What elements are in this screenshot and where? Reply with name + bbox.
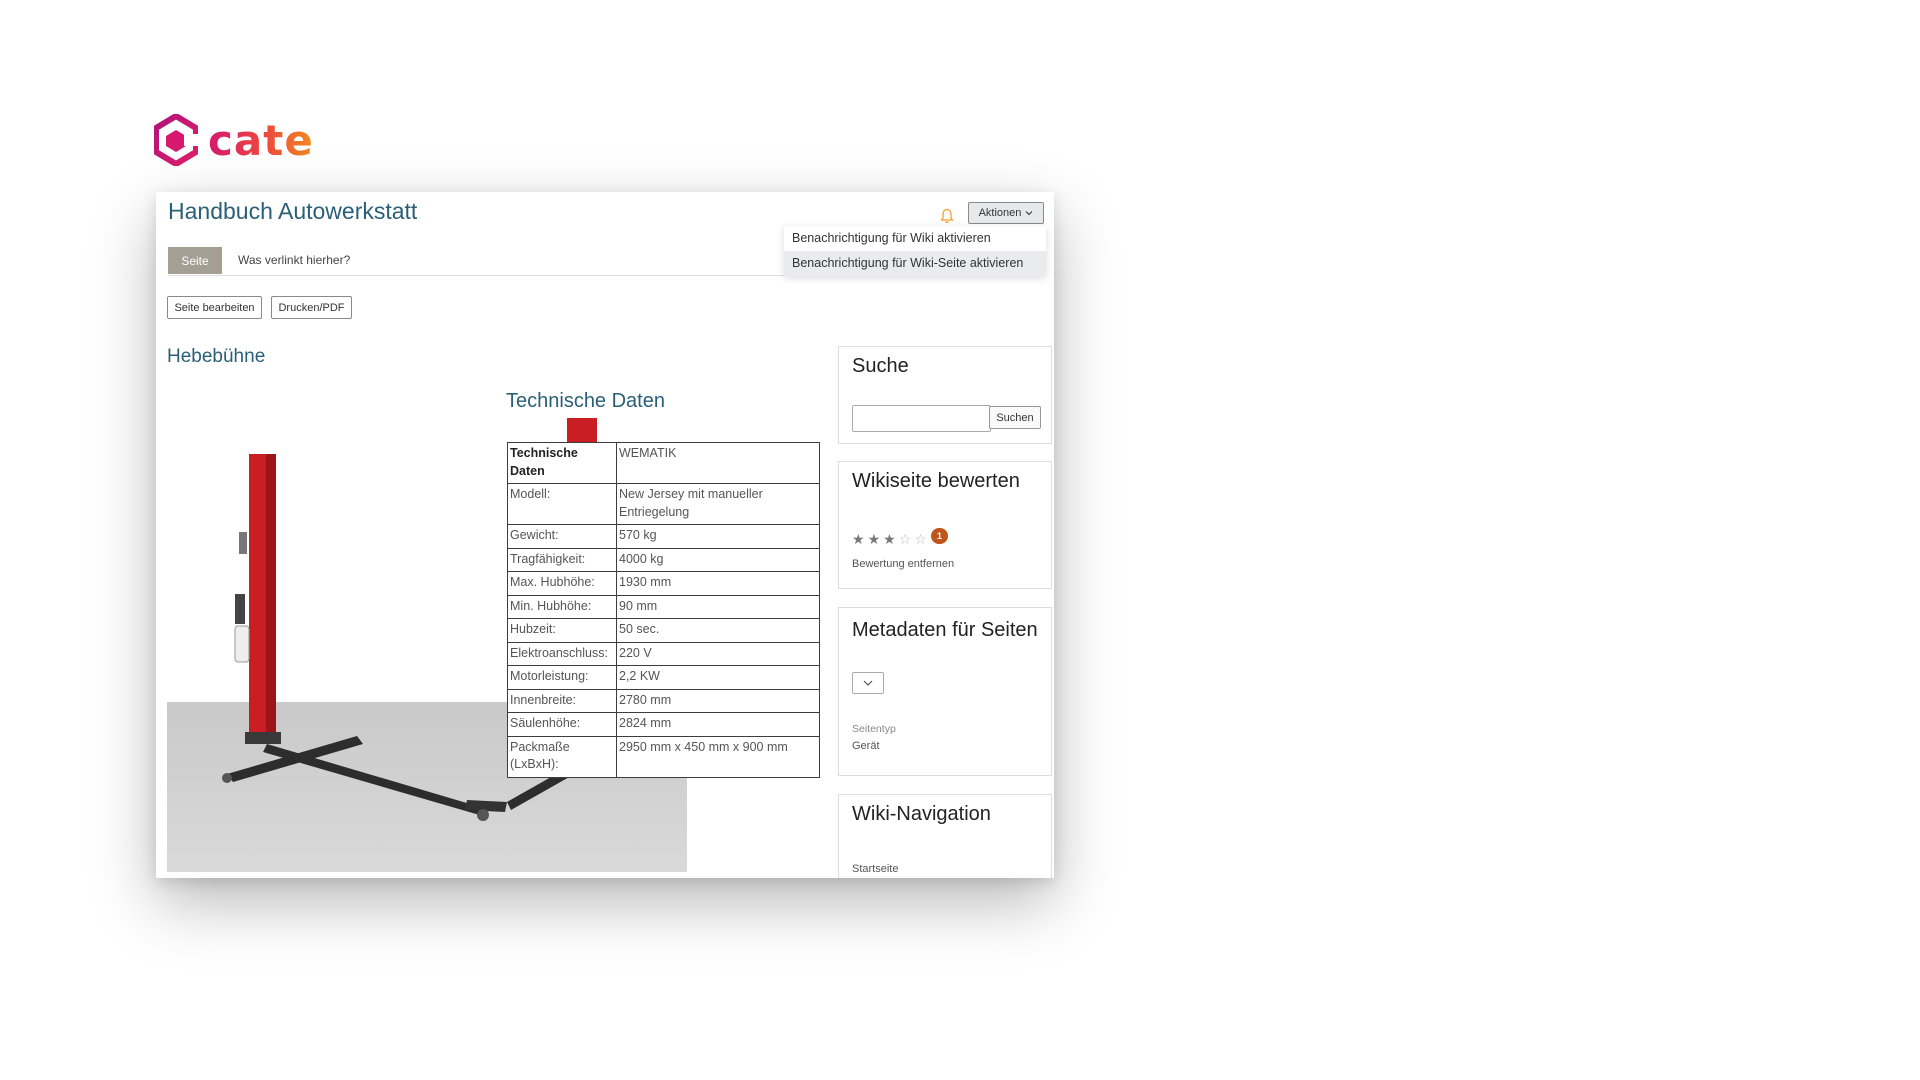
actions-label: Aktionen [978, 207, 1022, 219]
tech-data-heading: Technische Daten [506, 390, 665, 412]
rating-stars[interactable]: ★ ★ ★ ☆ ☆ [852, 532, 927, 546]
table-cell-key: Gewicht: [507, 524, 617, 549]
search-input[interactable] [852, 405, 991, 432]
table-cell-key: Elektroanschluss: [507, 641, 617, 666]
table-cell-value: New Jersey mit manueller Entriegelung [616, 483, 820, 525]
table-row: Elektroanschluss: 220 V [507, 641, 820, 666]
table-row: Modell: New Jersey mit manueller Entrieg… [507, 483, 820, 525]
rating-panel-title: Wikiseite bewerten [852, 470, 1020, 492]
chevron-down-icon [1026, 211, 1033, 216]
wiki-navigation-title: Wiki-Navigation [852, 803, 991, 825]
search-panel: Suche Suchen [838, 346, 1052, 444]
remove-rating-link[interactable]: Bewertung entfernen [852, 558, 954, 570]
tab-what-links-here[interactable]: Was verlinkt hierher? [238, 247, 350, 274]
star-icon[interactable]: ★ [852, 532, 865, 546]
table-cell-value: 2,2 KW [616, 665, 820, 690]
table-cell-key: Säulenhöhe: [507, 712, 617, 737]
wiki-navigation-panel: Wiki-Navigation Startseite [838, 794, 1052, 878]
metadata-key: Seitentyp [852, 723, 896, 735]
table-cell-key: Max. Hubhöhe: [507, 571, 617, 596]
menu-item-wiki-notify[interactable]: Benachrichtigung für Wiki aktivieren [784, 226, 1046, 251]
nav-item-startseite[interactable]: Startseite [852, 863, 898, 875]
table-cell-key: Technische Daten [507, 442, 617, 484]
table-cell-key: Modell: [507, 483, 617, 525]
table-cell-key: Tragfähigkeit: [507, 547, 617, 572]
table-row: Hubzeit: 50 sec. [507, 618, 820, 643]
table-cell-value: WEMATIK [616, 442, 820, 484]
star-icon[interactable]: ★ [883, 532, 896, 546]
metadata-value: Gerät [852, 740, 880, 752]
actions-menu: Benachrichtigung für Wiki aktivieren Ben… [784, 226, 1046, 276]
metadata-panel-title: Metadaten für Seiten [852, 619, 1038, 641]
table-row: Innenbreite: 2780 mm [507, 688, 820, 713]
tech-data-table: Technische Daten WEMATIK Modell: New Jer… [507, 442, 820, 778]
table-cell-key: Min. Hubhöhe: [507, 594, 617, 619]
table-row: Max. Hubhöhe: 1930 mm [507, 571, 820, 596]
table-cell-value: 570 kg [616, 524, 820, 549]
table-cell-value: 4000 kg [616, 547, 820, 572]
print-pdf-button[interactable]: Drucken/PDF [271, 296, 352, 319]
table-cell-key: Innenbreite: [507, 688, 617, 713]
cate-logo: cate [154, 112, 314, 168]
menu-item-page-notify[interactable]: Benachrichtigung für Wiki-Seite aktivier… [784, 251, 1046, 276]
table-row: Motorleistung: 2,2 KW [507, 665, 820, 690]
table-cell-key: Hubzeit: [507, 618, 617, 643]
wiki-window: Handbuch Autowerkstatt Aktionen Benachri… [156, 192, 1054, 878]
table-cell-value: 1930 mm [616, 571, 820, 596]
star-outline-icon[interactable]: ☆ [899, 532, 912, 546]
cate-logo-icon [154, 114, 198, 166]
table-cell-value: 2950 mm x 450 mm x 900 mm [616, 735, 820, 778]
table-cell-value: 50 sec. [616, 618, 820, 643]
star-icon[interactable]: ★ [868, 532, 881, 546]
page-title: Handbuch Autowerkstatt [168, 198, 418, 224]
rating-count-badge: 1 [931, 528, 948, 544]
table-row: Min. Hubhöhe: 90 mm [507, 594, 820, 619]
metadata-panel: Metadaten für Seiten Seitentyp Gerät [838, 607, 1052, 776]
tab-seite[interactable]: Seite [168, 247, 222, 274]
cate-logo-text: cate [208, 115, 314, 165]
table-row: Gewicht: 570 kg [507, 524, 820, 549]
actions-dropdown-button[interactable]: Aktionen [968, 202, 1044, 224]
page-tabs: Seite Was verlinkt hierher? [168, 247, 798, 276]
bell-icon[interactable] [940, 208, 954, 224]
search-button[interactable]: Suchen [989, 406, 1041, 429]
rating-panel: Wikiseite bewerten ★ ★ ★ ☆ ☆ 1 Bewertung… [838, 461, 1052, 589]
table-row: Packmaße (LxBxH): 2950 mm x 450 mm x 900… [507, 735, 820, 778]
section-heading: Hebebühne [167, 346, 266, 367]
table-row: Technische Daten WEMATIK [507, 442, 820, 484]
table-cell-key: Packmaße (LxBxH): [507, 735, 617, 778]
table-cell-value: 90 mm [616, 594, 820, 619]
star-outline-icon[interactable]: ☆ [914, 532, 927, 546]
table-cell-value: 2824 mm [616, 712, 820, 737]
table-row: Säulenhöhe: 2824 mm [507, 712, 820, 737]
search-panel-title: Suche [852, 355, 909, 377]
edit-page-button[interactable]: Seite bearbeiten [167, 296, 262, 319]
table-cell-value: 220 V [616, 641, 820, 666]
table-cell-value: 2780 mm [616, 688, 820, 713]
table-row: Tragfähigkeit: 4000 kg [507, 547, 820, 572]
metadata-toggle-button[interactable] [852, 672, 884, 694]
chevron-down-icon [863, 680, 873, 686]
table-cell-key: Motorleistung: [507, 665, 617, 690]
